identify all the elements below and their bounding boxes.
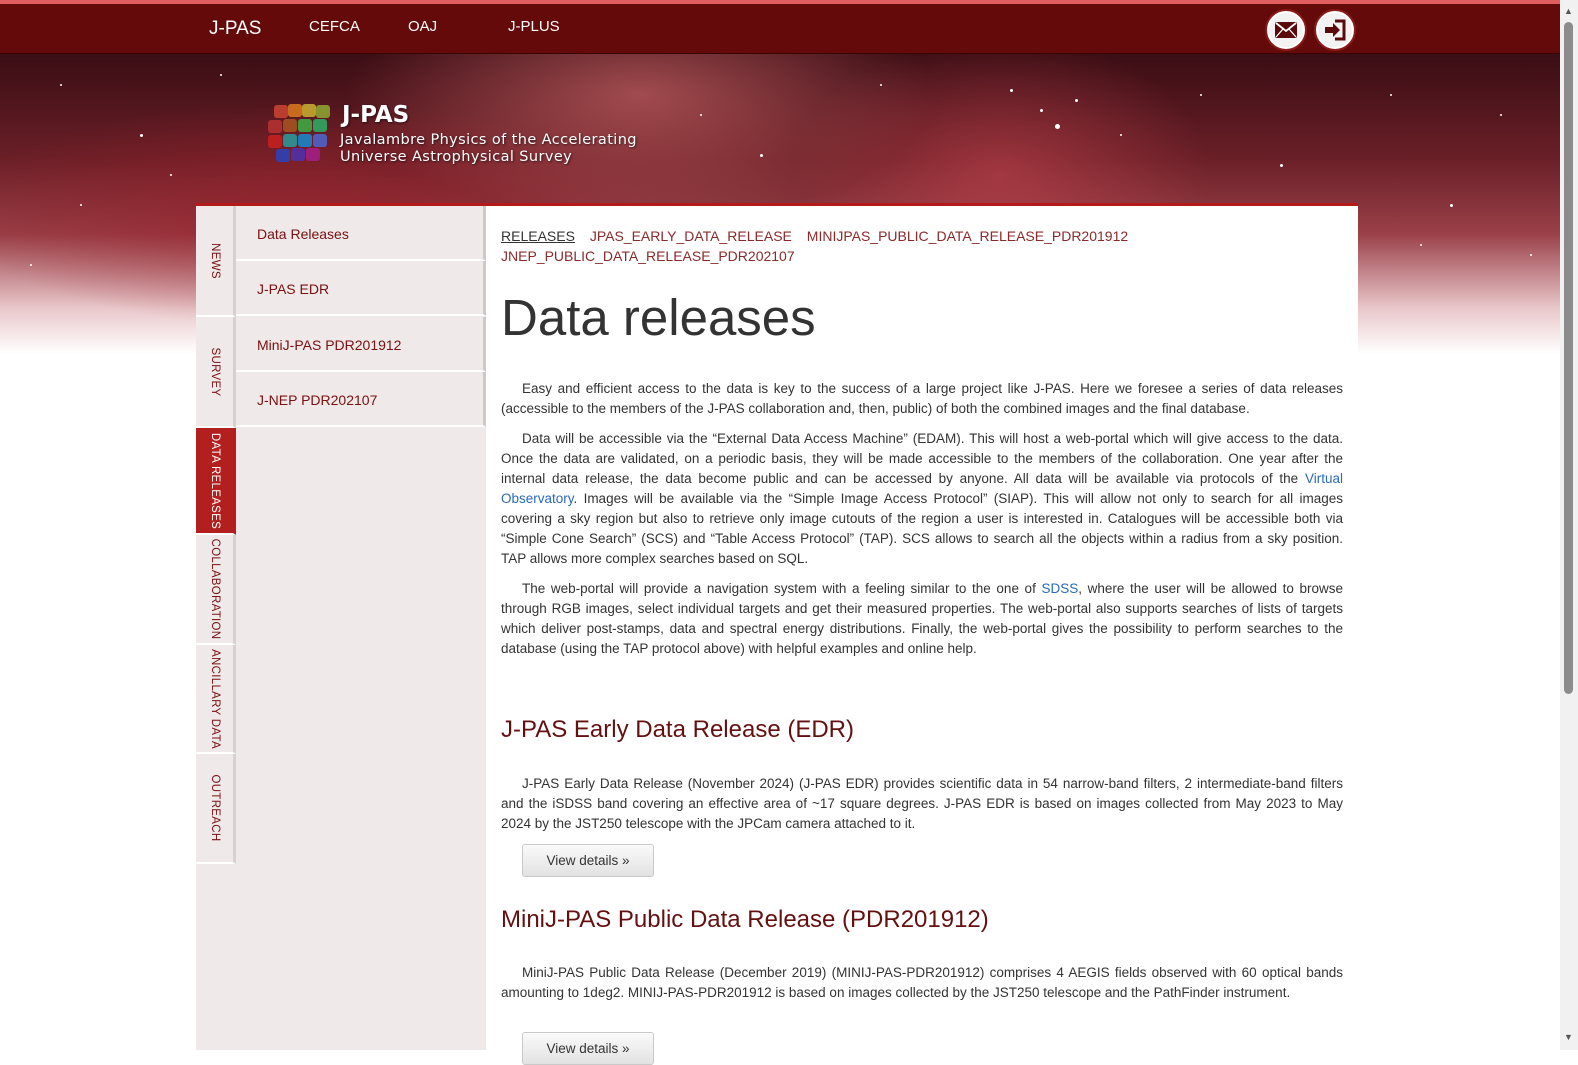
release-tab-jpas-edr[interactable]: JPAS_EARLY_DATA_RELEASE	[590, 228, 792, 244]
intro-paragraph-2: Data will be accessible via the “Externa…	[501, 431, 1343, 566]
mail-icon	[1275, 22, 1297, 38]
tab-ancillary-data[interactable]: ANCILLARY DATA	[196, 645, 236, 754]
mail-button[interactable]	[1265, 9, 1307, 51]
side-menu-item-data-releases[interactable]: Data Releases	[236, 206, 486, 261]
scrollbar-thumb[interactable]	[1564, 22, 1573, 694]
top-navbar: J-PAS CEFCA OAJ J-PLUS	[0, 0, 1578, 54]
view-details-button-jpas-edr[interactable]: View details »	[522, 844, 654, 877]
side-menu-item-jnep-pdr202107[interactable]: J-NEP PDR202107	[236, 372, 486, 427]
login-button[interactable]	[1314, 9, 1356, 51]
page-title: Data releases	[501, 289, 816, 346]
tab-collaboration[interactable]: COLLABORATION	[196, 535, 236, 645]
tab-outreach[interactable]: OUTREACH	[196, 754, 236, 864]
jpas-logo	[266, 104, 334, 162]
sdss-link[interactable]: SDSS	[1041, 581, 1078, 596]
release-tab-releases[interactable]: RELEASES	[501, 228, 575, 244]
section-title-jpas-edr: J-PAS Early Data Release (EDR)	[501, 716, 854, 743]
scroll-up-icon[interactable]: ▲	[1564, 6, 1573, 16]
intro-text: Easy and efficient access to the data is…	[501, 379, 1343, 659]
page-scrollbar[interactable]: ▲ ▼	[1560, 0, 1578, 1050]
login-icon	[1325, 19, 1346, 41]
intro-paragraph-1: Easy and efficient access to the data is…	[501, 381, 1343, 416]
brand-link[interactable]: J-PAS	[209, 18, 261, 40]
nav-link-oaj[interactable]: OAJ	[408, 18, 437, 35]
vertical-tabs: NEWS SURVEY DATA RELEASES COLLABORATION …	[196, 206, 236, 1050]
nav-link-cefca[interactable]: CEFCA	[309, 18, 360, 35]
site-title: J-PAS	[342, 102, 410, 128]
side-menu: Data Releases J-PAS EDR MiniJ-PAS PDR201…	[236, 206, 486, 1050]
section-text-jpas-edr: J-PAS Early Data Release (November 2024)…	[501, 776, 1343, 831]
side-menu-item-minijpas-pdr201912[interactable]: MiniJ-PAS PDR201912	[236, 317, 486, 372]
main-container: NEWS SURVEY DATA RELEASES COLLABORATION …	[196, 203, 1358, 1065]
nav-link-jplus[interactable]: J-PLUS	[508, 18, 560, 35]
tab-data-releases[interactable]: DATA RELEASES	[196, 428, 236, 535]
section-title-minijpas: MiniJ-PAS Public Data Release (PDR201912…	[501, 906, 989, 933]
tab-survey[interactable]: SURVEY	[196, 317, 236, 428]
section-text-minijpas: MiniJ-PAS Public Data Release (December …	[501, 965, 1343, 1000]
scroll-down-icon[interactable]: ▼	[1564, 1032, 1573, 1042]
release-tab-minijpas[interactable]: MINIJPAS_PUBLIC_DATA_RELEASE_PDR201912	[807, 228, 1128, 244]
side-menu-item-jpas-edr[interactable]: J-PAS EDR	[236, 261, 486, 316]
main-content: RELEASES JPAS_EARLY_DATA_RELEASE MINIJPA…	[501, 226, 1343, 1065]
site-subtitle: Javalambre Physics of the Accelerating U…	[340, 132, 637, 165]
intro-paragraph-3: The web-portal will provide a navigation…	[501, 581, 1343, 656]
tab-news[interactable]: NEWS	[196, 206, 236, 317]
release-tabs: RELEASES JPAS_EARLY_DATA_RELEASE MINIJPA…	[501, 226, 1343, 266]
release-tab-jnep[interactable]: JNEP_PUBLIC_DATA_RELEASE_PDR202107	[501, 248, 795, 264]
view-details-button-minijpas[interactable]: View details »	[522, 1032, 654, 1065]
